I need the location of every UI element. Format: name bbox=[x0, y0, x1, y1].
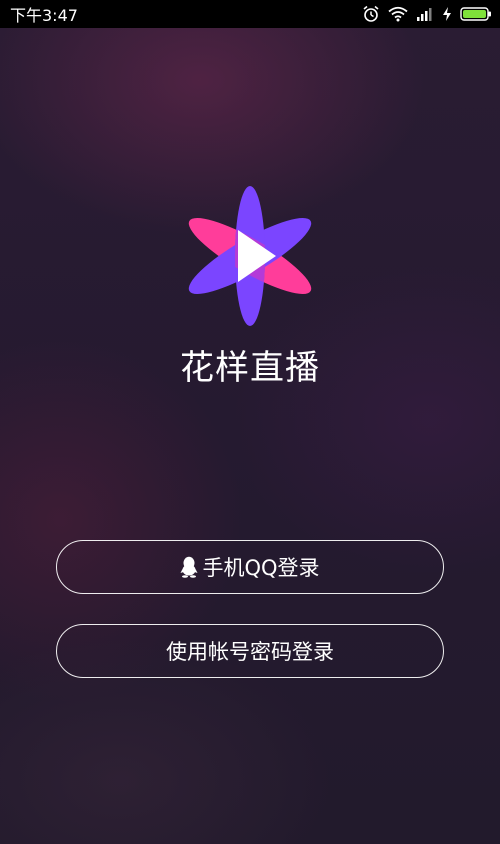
qq-login-button[interactable]: 手机QQ登录 bbox=[56, 540, 444, 594]
status-bar: 下午3:47 bbox=[0, 0, 500, 28]
account-login-button[interactable]: 使用帐号密码登录 bbox=[56, 624, 444, 678]
account-login-label: 使用帐号密码登录 bbox=[166, 640, 334, 664]
app-logo bbox=[180, 184, 320, 328]
charging-icon bbox=[442, 6, 452, 22]
status-icons bbox=[362, 5, 492, 23]
flower-play-logo-icon bbox=[188, 186, 312, 326]
qq-login-label: 手机QQ登录 bbox=[202, 556, 320, 580]
battery-icon bbox=[460, 6, 492, 22]
signal-icon bbox=[416, 6, 434, 22]
app-name: 花样直播 bbox=[180, 348, 320, 388]
status-time: 下午3:47 bbox=[10, 6, 78, 25]
login-screen: 下午3:47 花样直播 手机QQ登录 使用帐号密码登录 bbox=[0, 0, 500, 844]
qq-penguin-icon bbox=[180, 556, 198, 578]
alarm-icon bbox=[362, 5, 380, 23]
wifi-icon bbox=[388, 6, 408, 22]
